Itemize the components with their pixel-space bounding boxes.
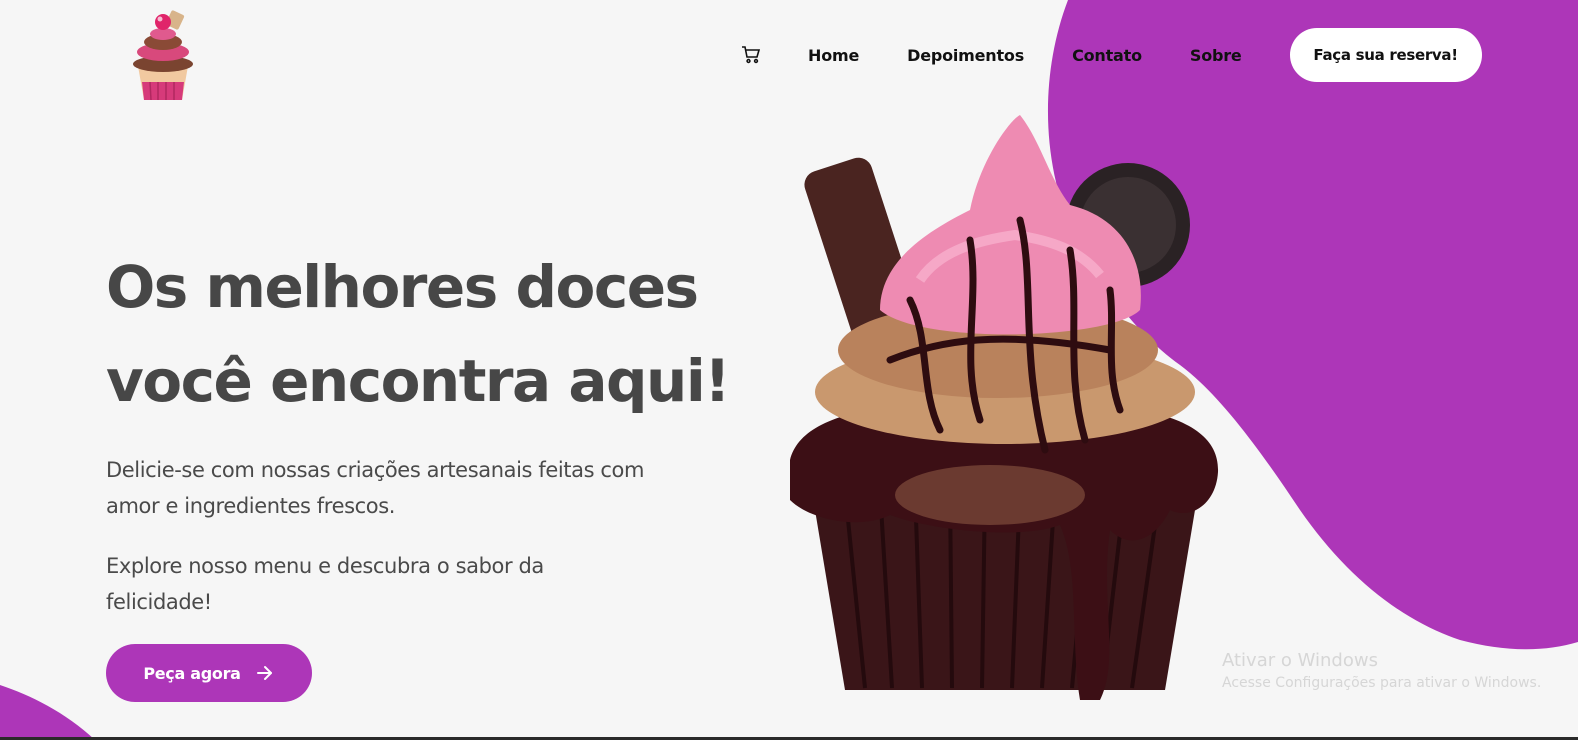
order-now-button[interactable]: Peça agora [106,644,312,702]
cart-icon[interactable] [740,44,762,66]
cupcake-image [790,115,1219,700]
hero-paragraph-1: Delicie-se com nossas criações artesanai… [106,458,645,518]
watermark-title: Ativar o Windows [1222,650,1378,671]
hero-title-line-2: você encontra aqui! [106,347,731,415]
windows-activation-watermark: Ativar o Windows Acesse Configurações pa… [1222,650,1541,691]
hero-title: Os melhores doces você encontra aqui! [106,240,731,428]
cupcake-logo-icon[interactable] [126,8,200,102]
watermark-subtitle: Acesse Configurações para ativar o Windo… [1222,675,1542,691]
nav-link-sobre[interactable]: Sobre [1190,46,1242,65]
main-nav: Home Depoimentos Contato Sobre Faça sua … [740,28,1482,82]
nav-link-depoimentos[interactable]: Depoimentos [907,46,1024,65]
reserve-button[interactable]: Faça sua reserva! [1289,28,1482,82]
nav-link-home[interactable]: Home [808,46,859,65]
hero-paragraph-2: Explore nosso menu e descubra o sabor da… [106,554,544,614]
nav-link-contato[interactable]: Contato [1072,46,1142,65]
arrow-right-icon [255,663,275,683]
order-now-label: Peça agora [143,663,241,683]
hero-title-line-1: Os melhores doces [106,253,699,321]
